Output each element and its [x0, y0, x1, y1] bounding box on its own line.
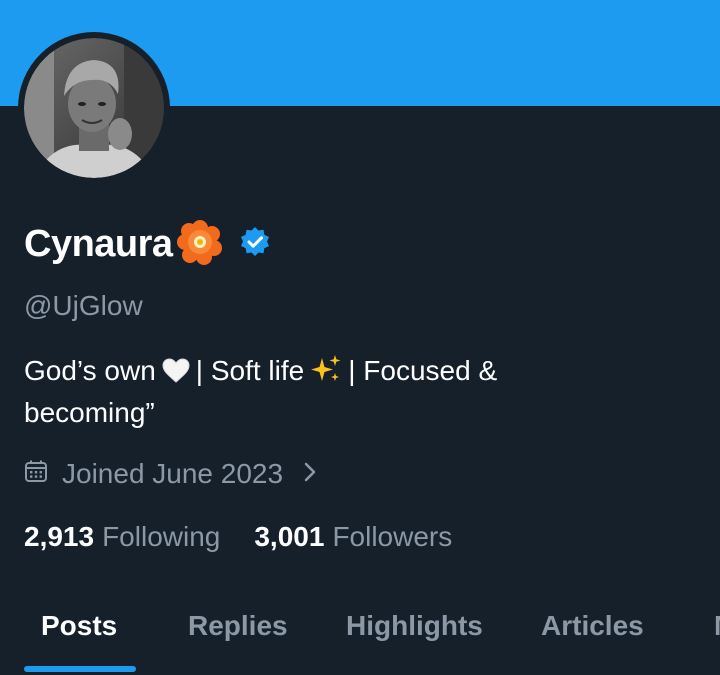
follow-stats: 2,913 Following 3,001 Followers	[24, 518, 452, 556]
calendar-icon	[24, 458, 48, 490]
followers-count: 3,001	[254, 521, 325, 552]
active-tab-indicator	[24, 666, 136, 672]
chevron-right-icon[interactable]	[303, 458, 319, 490]
sparkles-icon	[310, 354, 342, 394]
followers-link[interactable]: 3,001 Followers	[254, 521, 452, 553]
user-handle: @UjGlow	[24, 290, 143, 321]
avatar-photo	[24, 38, 164, 178]
bio-text-1: God’s own	[24, 355, 156, 386]
tab-highlights[interactable]: Highlights	[346, 610, 483, 642]
name-row: Cynaura	[24, 218, 271, 270]
flower-icon	[175, 217, 225, 271]
tab-articles[interactable]: Articles	[541, 610, 644, 642]
white-heart-icon	[162, 356, 190, 394]
joined-row[interactable]: Joined June 2023	[24, 455, 319, 493]
tab-posts[interactable]: Posts	[41, 610, 117, 642]
following-label: Following	[102, 521, 221, 552]
profile-tabs: Posts Replies Highlights Articles M	[0, 598, 720, 675]
followers-label: Followers	[332, 521, 453, 552]
profile-bio: God’s own | Soft life | Focused & becoming…	[24, 352, 604, 432]
tab-replies[interactable]: Replies	[188, 610, 288, 642]
display-name: Cynaura	[24, 222, 173, 265]
following-count: 2,913	[24, 521, 95, 552]
tab-media[interactable]: M	[714, 610, 720, 642]
verified-badge-icon[interactable]	[239, 226, 271, 262]
joined-date: Joined June 2023	[62, 458, 284, 489]
bio-text-2: | Soft life	[195, 355, 305, 386]
avatar[interactable]	[18, 32, 170, 184]
following-link[interactable]: 2,913 Following	[24, 521, 220, 553]
profile-page: Cynaura @UjGlow God’s own | Soft life | …	[0, 0, 720, 675]
